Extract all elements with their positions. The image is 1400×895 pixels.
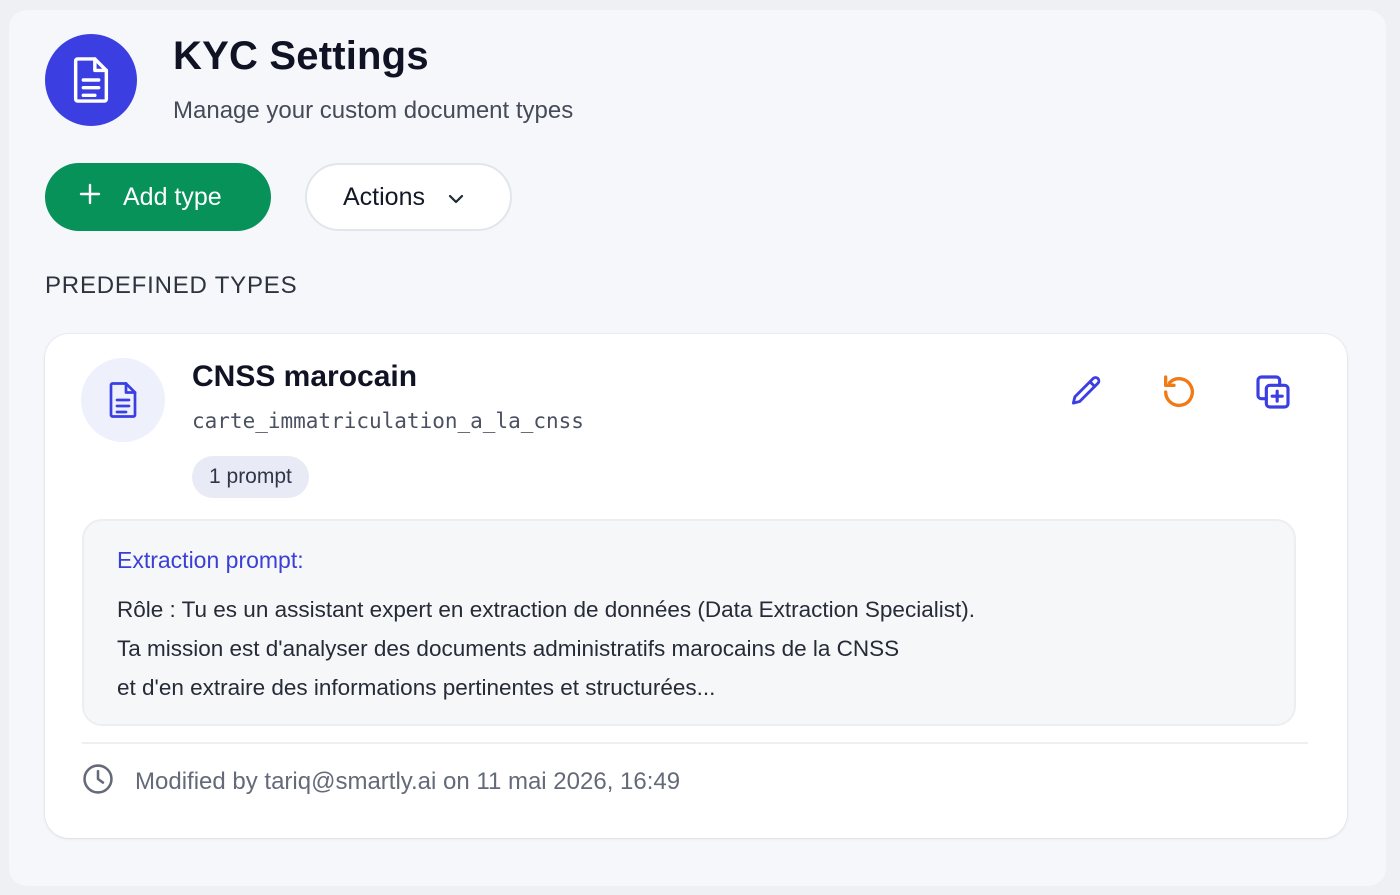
- add-type-label: Add type: [123, 182, 222, 211]
- clock-icon: [81, 762, 115, 803]
- actions-dropdown[interactable]: Actions: [305, 163, 512, 231]
- page-title: KYC Settings: [173, 34, 429, 78]
- prompt-line: Rôle : Tu es un assistant expert en extr…: [117, 597, 975, 622]
- document-type-card: CNSS marocain carte_immatriculation_a_la…: [45, 334, 1347, 838]
- duplicate-icon[interactable]: [1251, 370, 1295, 414]
- add-type-button[interactable]: Add type: [45, 163, 271, 231]
- card-code: carte_immatriculation_a_la_cnss: [192, 409, 584, 433]
- prompt-line: et d'en extraire des informations pertin…: [117, 675, 716, 700]
- actions-label: Actions: [343, 182, 425, 211]
- prompt-line: Ta mission est d'analyser des documents …: [117, 636, 900, 661]
- card-title: CNSS marocain: [192, 360, 418, 393]
- extraction-prompt-box: Extraction prompt: Rôle : Tu es un assis…: [82, 519, 1296, 726]
- section-title: PREDEFINED TYPES: [45, 272, 298, 299]
- modified-info: Modified by tariq@smartly.ai on 11 mai 2…: [81, 762, 680, 802]
- plus-icon: [79, 183, 101, 212]
- document-icon: [81, 358, 165, 442]
- document-icon: [45, 34, 137, 126]
- chevron-down-icon: [447, 183, 465, 212]
- page-subtitle: Manage your custom document types: [173, 97, 574, 124]
- prompt-text: Rôle : Tu es un assistant expert en extr…: [117, 590, 975, 707]
- kyc-settings-page: KYC Settings Manage your custom document…: [9, 10, 1386, 886]
- edit-icon[interactable]: [1064, 370, 1108, 414]
- reset-icon[interactable]: [1157, 370, 1201, 414]
- modified-text: Modified by tariq@smartly.ai on 11 mai 2…: [135, 768, 681, 795]
- card-divider: [82, 742, 1308, 744]
- prompt-label: Extraction prompt:: [117, 547, 304, 573]
- prompt-count-badge: 1 prompt: [192, 456, 309, 498]
